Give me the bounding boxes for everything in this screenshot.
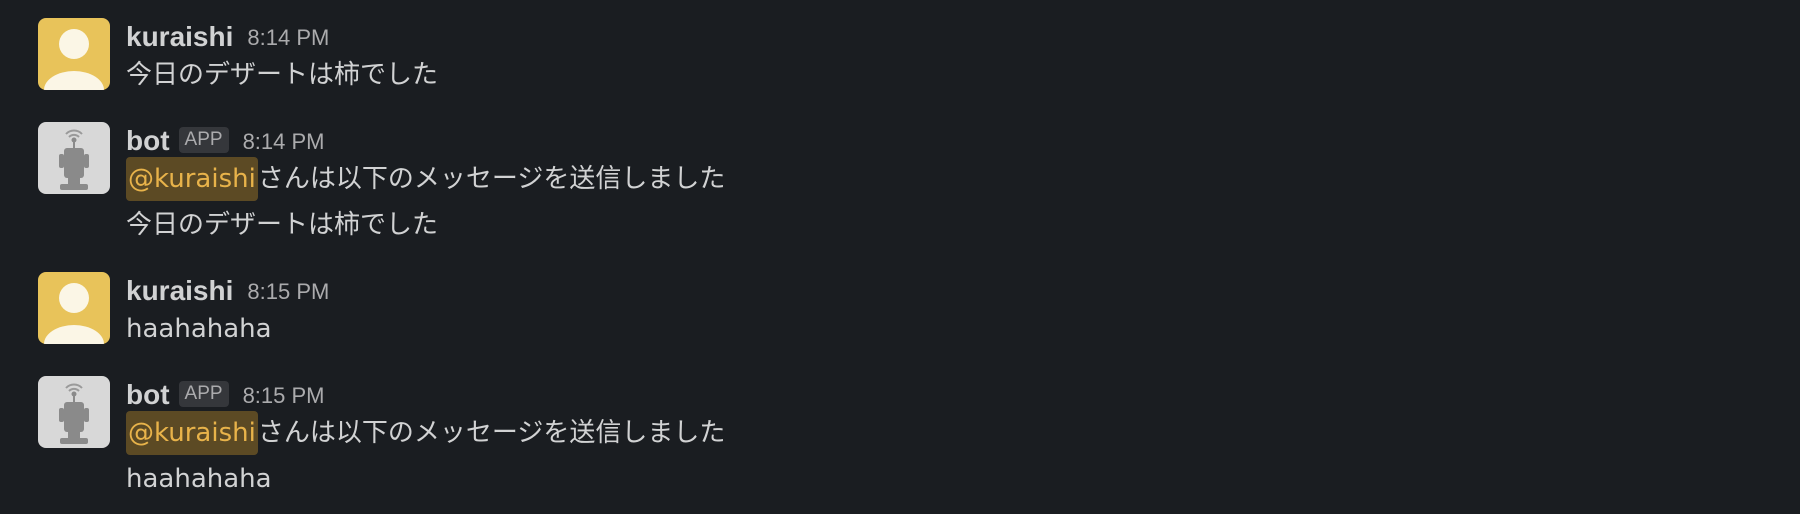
message-header: bot APP 8:14 PM [126,122,1738,156]
message-content: bot APP 8:14 PM @kuraishiさんは以下のメッセージを送信し… [126,122,1738,248]
username[interactable]: bot [126,380,170,410]
robot-antenna-icon [38,376,110,448]
username[interactable]: bot [126,126,170,156]
message-list: kuraishi 8:14 PM 今日のデザートは柿でした bot APP 8:… [0,0,1800,514]
message-header: kuraishi 8:14 PM [126,18,1738,52]
mention-suffix: さんは以下のメッセージを送信しました [257,164,726,194]
message-content: bot APP 8:15 PM @kuraishiさんは以下のメッセージを送信し… [126,376,1738,502]
mention-suffix: さんは以下のメッセージを送信しました [257,418,726,448]
person-silhouette-icon [38,272,110,344]
user-avatar[interactable] [38,272,110,344]
user-mention[interactable]: @kuraishi [126,157,258,201]
timestamp[interactable]: 8:15 PM [247,278,329,306]
username[interactable]: kuraishi [126,276,233,306]
timestamp[interactable]: 8:15 PM [243,382,325,410]
message-text: @kuraishiさんは以下のメッセージを送信しました [126,410,1738,456]
user-avatar[interactable] [38,18,110,90]
person-silhouette-icon [38,18,110,90]
message-text: 今日のデザートは柿でした [126,210,439,240]
message-text: 今日のデザートは柿でした [126,60,439,90]
message-header: bot APP 8:15 PM [126,376,1738,410]
app-badge: APP [178,127,229,153]
app-badge: APP [178,381,229,407]
username[interactable]: kuraishi [126,22,233,52]
timestamp[interactable]: 8:14 PM [247,24,329,52]
message-content: kuraishi 8:14 PM 今日のデザートは柿でした [126,18,1738,98]
message-header: kuraishi 8:15 PM [126,272,1738,306]
robot-antenna-icon [38,122,110,194]
message-content: kuraishi 8:15 PM haahahaha [126,272,1738,352]
bot-avatar[interactable] [38,122,110,194]
message-text: haahahaha [126,464,272,494]
message-text: @kuraishiさんは以下のメッセージを送信しました [126,156,1738,202]
message-text: haahahaha [126,314,272,344]
bot-avatar[interactable] [38,376,110,448]
user-mention[interactable]: @kuraishi [126,411,258,455]
timestamp[interactable]: 8:14 PM [243,128,325,156]
